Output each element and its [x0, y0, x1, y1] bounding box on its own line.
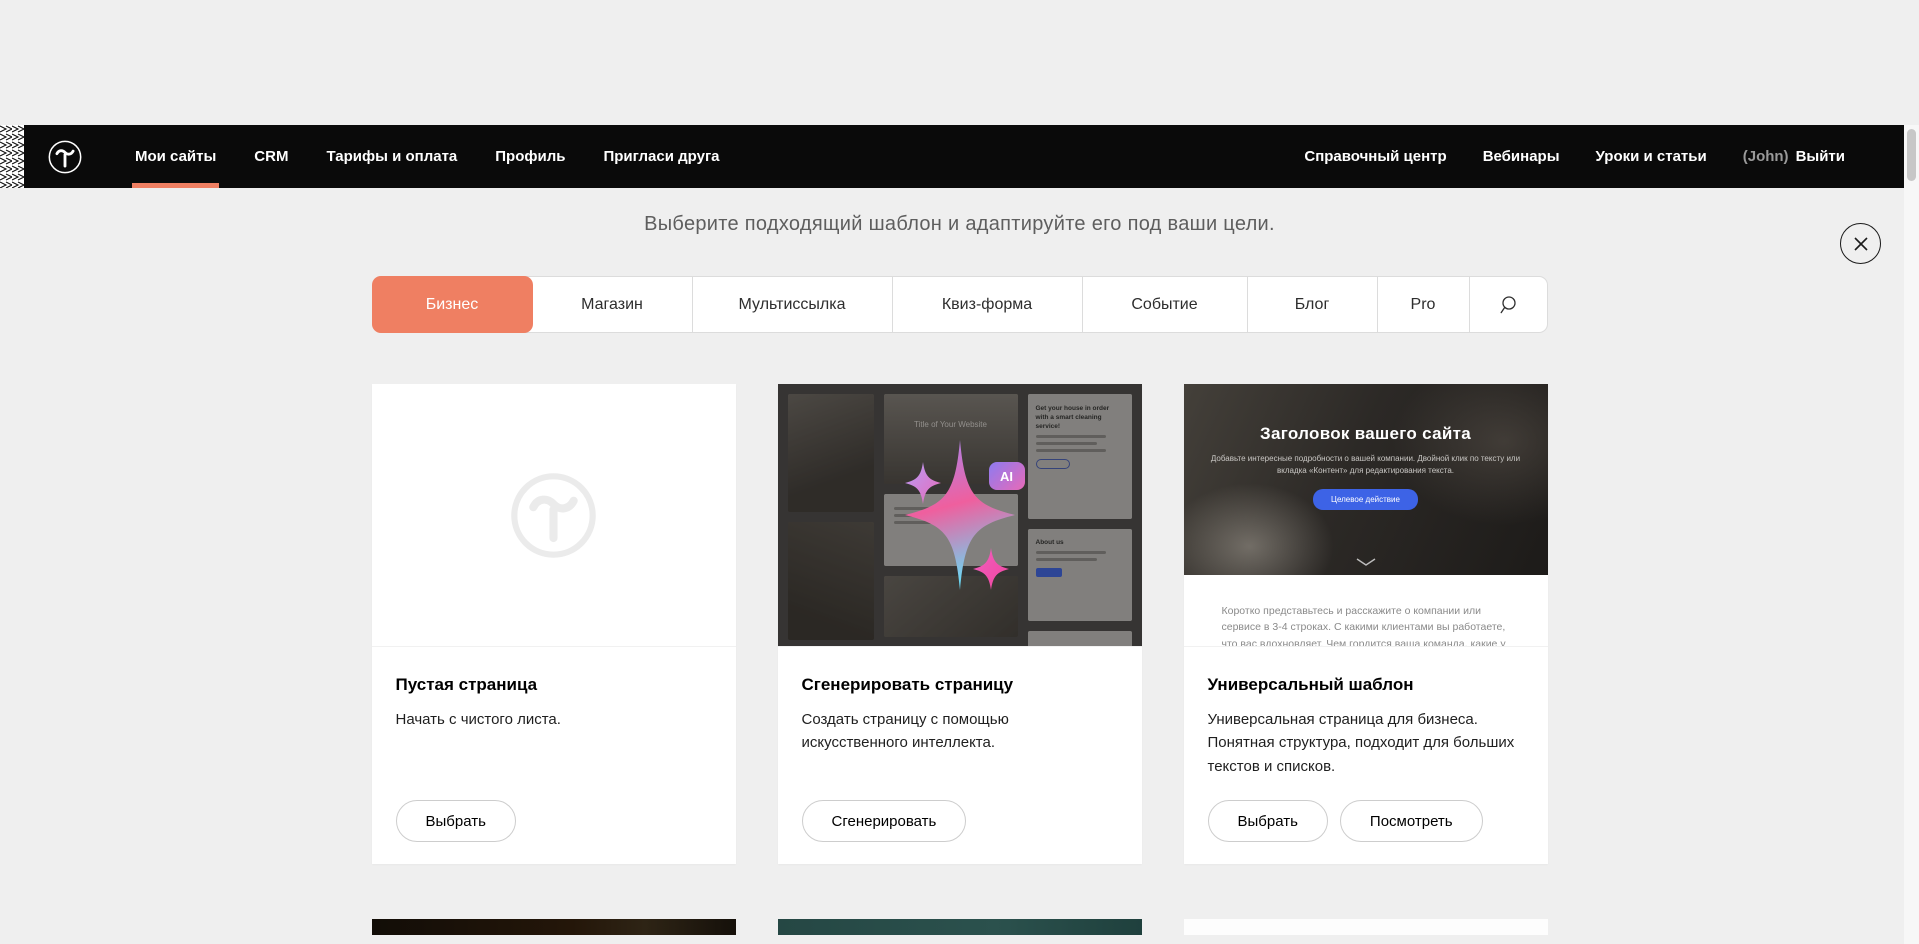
- nav-right-menu: Справочный центр Вебинары Уроки и статьи…: [1286, 148, 1863, 165]
- logout-label: Выйти: [1796, 148, 1845, 165]
- card-body: Универсальный шаблон Универсальная стран…: [1184, 647, 1548, 864]
- nav-item-pricing[interactable]: Тарифы и оплата: [307, 125, 476, 188]
- template-body-text: Коротко представьтесь и расскажите о ком…: [1222, 603, 1510, 647]
- nav-item-my-sites[interactable]: Мои сайты: [116, 125, 235, 188]
- choose-button[interactable]: Выбрать: [396, 800, 516, 842]
- template-body-preview: Коротко представьтесь и расскажите о ком…: [1184, 575, 1548, 647]
- tab-pro[interactable]: Pro: [1378, 277, 1470, 332]
- zigzag-pattern: [0, 125, 24, 188]
- generate-button[interactable]: Сгенерировать: [802, 800, 967, 842]
- universal-template-thumbnail: Заголовок вашего сайта Добавьте интересн…: [1184, 384, 1548, 647]
- preview-button[interactable]: Посмотреть: [1340, 800, 1483, 842]
- close-button[interactable]: [1840, 223, 1881, 264]
- choose-button[interactable]: Выбрать: [1208, 800, 1328, 842]
- page-subtitle: Выберите подходящий шаблон и адаптируйте…: [0, 213, 1919, 236]
- collage-text-tile: About us: [1028, 529, 1132, 621]
- user-name: (John): [1743, 148, 1789, 165]
- ai-sparkle-icon: [885, 420, 1035, 610]
- tilda-logo[interactable]: [46, 138, 84, 176]
- collage-text-tile: Get your house in order with a smart cle…: [1028, 394, 1132, 519]
- collage-photo-tile: [788, 522, 874, 640]
- card-title: Универсальный шаблон: [1208, 675, 1524, 695]
- search-icon: [1498, 294, 1518, 316]
- template-cta-button: Целевое действие: [1313, 489, 1418, 510]
- close-icon: [1851, 234, 1871, 254]
- ai-badge: AI: [989, 462, 1025, 490]
- card-title: Сгенерировать страницу: [802, 675, 1118, 695]
- blank-page-thumbnail: [372, 384, 736, 647]
- nav-item-webinars[interactable]: Вебинары: [1465, 148, 1578, 165]
- chevron-down-icon: [1355, 557, 1377, 567]
- card-description: Начать с чистого листа.: [396, 708, 712, 731]
- template-category-tabs: Бизнес Магазин Мультиссылка Квиз-форма С…: [372, 276, 1548, 333]
- next-template-row: [372, 919, 1548, 935]
- card-description: Универсальная страница для бизнеса. Поня…: [1208, 708, 1524, 778]
- next-row-card-preview[interactable]: [1184, 919, 1548, 935]
- page-scrollbar[interactable]: [1904, 125, 1919, 944]
- tab-blog[interactable]: Блог: [1248, 277, 1378, 332]
- nav-item-profile[interactable]: Профиль: [476, 125, 584, 188]
- template-cards-row: Пустая страница Начать с чистого листа. …: [372, 384, 1548, 864]
- ai-collage-thumbnail: Title of Your Website Get your house in …: [778, 384, 1142, 647]
- card-ai-generate[interactable]: Title of Your Website Get your house in …: [778, 384, 1142, 864]
- nav-item-logout[interactable]: (John) Выйти: [1725, 148, 1863, 165]
- card-body: Пустая страница Начать с чистого листа. …: [372, 647, 736, 864]
- nav-item-lessons[interactable]: Уроки и статьи: [1578, 148, 1725, 165]
- tab-quiz-form[interactable]: Квиз-форма: [893, 277, 1083, 332]
- tab-store[interactable]: Магазин: [533, 277, 693, 332]
- card-universal-template[interactable]: Заголовок вашего сайта Добавьте интересн…: [1184, 384, 1548, 864]
- tab-business[interactable]: Бизнес: [372, 276, 533, 333]
- collage-photo-tile: [788, 394, 874, 512]
- card-blank-page[interactable]: Пустая страница Начать с чистого листа. …: [372, 384, 736, 864]
- card-body: Сгенерировать страницу Создать страницу …: [778, 647, 1142, 864]
- nav-item-crm[interactable]: CRM: [235, 125, 307, 188]
- next-row-card-preview[interactable]: [778, 919, 1142, 935]
- template-hero-preview: Заголовок вашего сайта Добавьте интересн…: [1184, 384, 1548, 575]
- scrollbar-thumb[interactable]: [1907, 129, 1916, 181]
- card-description: Создать страницу с помощью искусственног…: [802, 708, 1118, 755]
- card-title: Пустая страница: [396, 675, 712, 695]
- nav-item-help-center[interactable]: Справочный центр: [1286, 148, 1464, 165]
- tab-event[interactable]: Событие: [1083, 277, 1248, 332]
- template-hero-subtext: Добавьте интересные подробности о вашей …: [1205, 453, 1525, 477]
- collage-text-tile: [1028, 631, 1132, 647]
- next-row-card-preview[interactable]: [372, 919, 736, 935]
- tilda-watermark-icon: [506, 468, 601, 563]
- tab-multilink[interactable]: Мультиссылка: [693, 277, 893, 332]
- nav-left-menu: Мои сайты CRM Тарифы и оплата Профиль Пр…: [116, 125, 739, 188]
- tab-search[interactable]: [1470, 277, 1547, 332]
- nav-item-invite-friend[interactable]: Пригласи друга: [584, 125, 738, 188]
- template-hero-heading: Заголовок вашего сайта: [1184, 384, 1548, 444]
- top-navbar: Мои сайты CRM Тарифы и оплата Профиль Пр…: [0, 125, 1919, 188]
